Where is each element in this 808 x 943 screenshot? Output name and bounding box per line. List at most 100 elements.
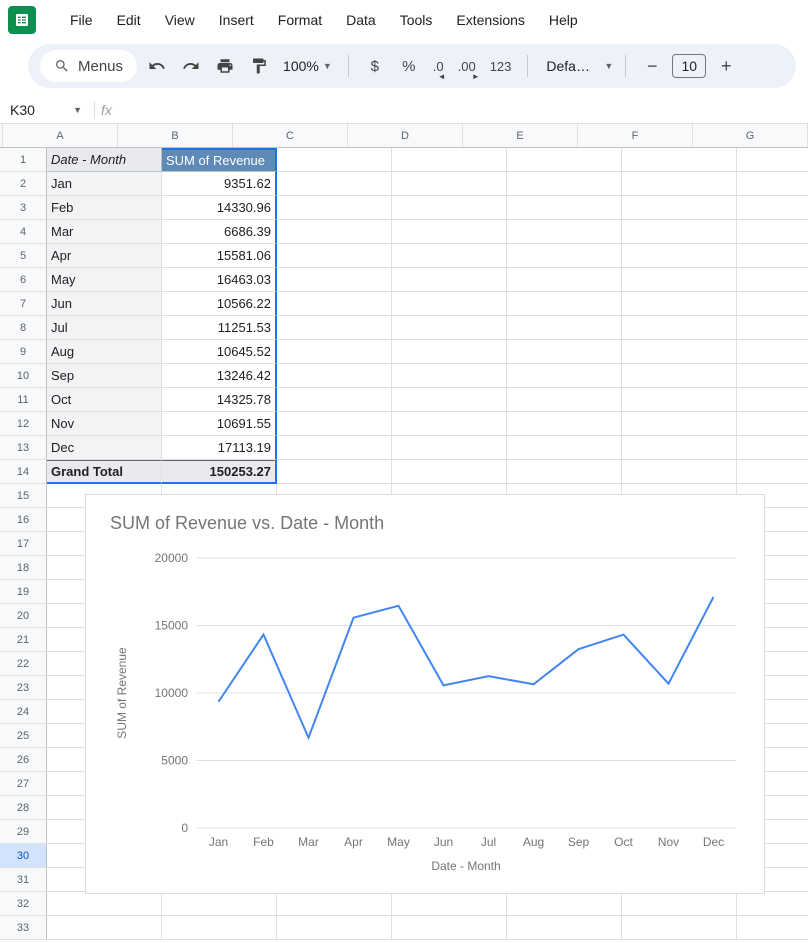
cell[interactable] [507, 460, 622, 484]
menu-file[interactable]: File [58, 6, 105, 34]
row-header-27[interactable]: 27 [0, 772, 47, 796]
cell[interactable] [507, 148, 622, 172]
cell[interactable] [622, 340, 737, 364]
cell[interactable] [277, 364, 392, 388]
column-header-B[interactable]: B [118, 124, 233, 147]
cell[interactable] [392, 220, 507, 244]
row-header-15[interactable]: 15 [0, 484, 47, 508]
row-header-2[interactable]: 2 [0, 172, 47, 196]
pivot-value-cell[interactable]: 13246.42 [162, 364, 277, 388]
column-header-G[interactable]: G [693, 124, 808, 147]
row-header-6[interactable]: 6 [0, 268, 47, 292]
pivot-value-cell[interactable]: 6686.39 [162, 220, 277, 244]
pivot-month-cell[interactable]: Sep [47, 364, 162, 388]
row-header-1[interactable]: 1 [0, 148, 47, 172]
pivot-value-cell[interactable]: 10691.55 [162, 412, 277, 436]
cell[interactable] [737, 340, 808, 364]
pivot-grand-total-label[interactable]: Grand Total [47, 460, 162, 484]
menu-search[interactable]: Menus [40, 50, 137, 82]
pivot-grand-total-value[interactable]: 150253.27 [162, 460, 277, 484]
menu-format[interactable]: Format [266, 6, 334, 34]
pivot-value-cell[interactable]: 14330.96 [162, 196, 277, 220]
row-header-16[interactable]: 16 [0, 508, 47, 532]
redo-button[interactable] [177, 52, 205, 80]
row-header-33[interactable]: 33 [0, 916, 47, 940]
cell[interactable] [392, 196, 507, 220]
cell[interactable] [277, 172, 392, 196]
cell[interactable] [622, 364, 737, 388]
menu-help[interactable]: Help [537, 6, 590, 34]
pivot-month-cell[interactable]: Apr [47, 244, 162, 268]
cell[interactable] [622, 460, 737, 484]
cell[interactable] [737, 436, 808, 460]
pivot-header-date[interactable]: Date - Month [47, 148, 162, 172]
cell[interactable] [737, 388, 808, 412]
cell[interactable] [507, 340, 622, 364]
row-header-25[interactable]: 25 [0, 724, 47, 748]
cell[interactable] [737, 412, 808, 436]
menu-view[interactable]: View [153, 6, 207, 34]
row-header-28[interactable]: 28 [0, 796, 47, 820]
row-header-11[interactable]: 11 [0, 388, 47, 412]
cell[interactable] [392, 436, 507, 460]
menu-edit[interactable]: Edit [105, 6, 153, 34]
row-header-24[interactable]: 24 [0, 700, 47, 724]
row-header-20[interactable]: 20 [0, 604, 47, 628]
row-header-32[interactable]: 32 [0, 892, 47, 916]
pivot-value-cell[interactable]: 11251.53 [162, 316, 277, 340]
pivot-month-cell[interactable]: Feb [47, 196, 162, 220]
cell[interactable] [392, 412, 507, 436]
row-header-10[interactable]: 10 [0, 364, 47, 388]
cell[interactable] [392, 460, 507, 484]
cell[interactable] [622, 388, 737, 412]
pivot-month-cell[interactable]: Jan [47, 172, 162, 196]
pivot-value-cell[interactable]: 16463.03 [162, 268, 277, 292]
percent-button[interactable]: % [395, 52, 423, 80]
cell[interactable] [507, 436, 622, 460]
column-header-D[interactable]: D [348, 124, 463, 147]
cell[interactable] [47, 916, 162, 940]
cell[interactable] [392, 148, 507, 172]
font-dropdown[interactable]: Defaul... ▼ [540, 58, 613, 74]
cell[interactable] [507, 892, 622, 916]
cell[interactable] [392, 244, 507, 268]
cells-area[interactable]: Date - MonthSUM of RevenueJan9351.62Feb1… [47, 148, 808, 940]
cell[interactable] [277, 916, 392, 940]
cell[interactable] [277, 388, 392, 412]
row-header-18[interactable]: 18 [0, 556, 47, 580]
row-header-4[interactable]: 4 [0, 220, 47, 244]
cell[interactable] [507, 316, 622, 340]
cell[interactable] [162, 916, 277, 940]
cell[interactable] [392, 316, 507, 340]
chart[interactable]: SUM of Revenue vs. Date - Month050001000… [85, 494, 765, 894]
row-header-31[interactable]: 31 [0, 868, 47, 892]
pivot-month-cell[interactable]: Oct [47, 388, 162, 412]
cell[interactable] [507, 292, 622, 316]
pivot-value-cell[interactable]: 10566.22 [162, 292, 277, 316]
formula-input[interactable] [118, 96, 804, 123]
row-header-22[interactable]: 22 [0, 652, 47, 676]
cell[interactable] [162, 892, 277, 916]
zoom-dropdown[interactable]: 100% ▼ [279, 58, 336, 74]
increase-decimal-button[interactable]: .00 ► [454, 52, 480, 80]
cell[interactable] [277, 268, 392, 292]
cell[interactable] [507, 196, 622, 220]
cell[interactable] [507, 364, 622, 388]
row-header-14[interactable]: 14 [0, 460, 47, 484]
cell[interactable] [277, 460, 392, 484]
cell[interactable] [622, 268, 737, 292]
cell[interactable] [277, 316, 392, 340]
row-header-21[interactable]: 21 [0, 628, 47, 652]
cell[interactable] [622, 292, 737, 316]
cell[interactable] [277, 436, 392, 460]
decrease-font-button[interactable]: − [638, 52, 666, 80]
row-header-13[interactable]: 13 [0, 436, 47, 460]
column-header-C[interactable]: C [233, 124, 348, 147]
cell[interactable] [622, 196, 737, 220]
pivot-month-cell[interactable]: May [47, 268, 162, 292]
pivot-header-revenue[interactable]: SUM of Revenue [162, 148, 277, 172]
row-header-23[interactable]: 23 [0, 676, 47, 700]
row-header-19[interactable]: 19 [0, 580, 47, 604]
cell[interactable] [622, 220, 737, 244]
undo-button[interactable] [143, 52, 171, 80]
